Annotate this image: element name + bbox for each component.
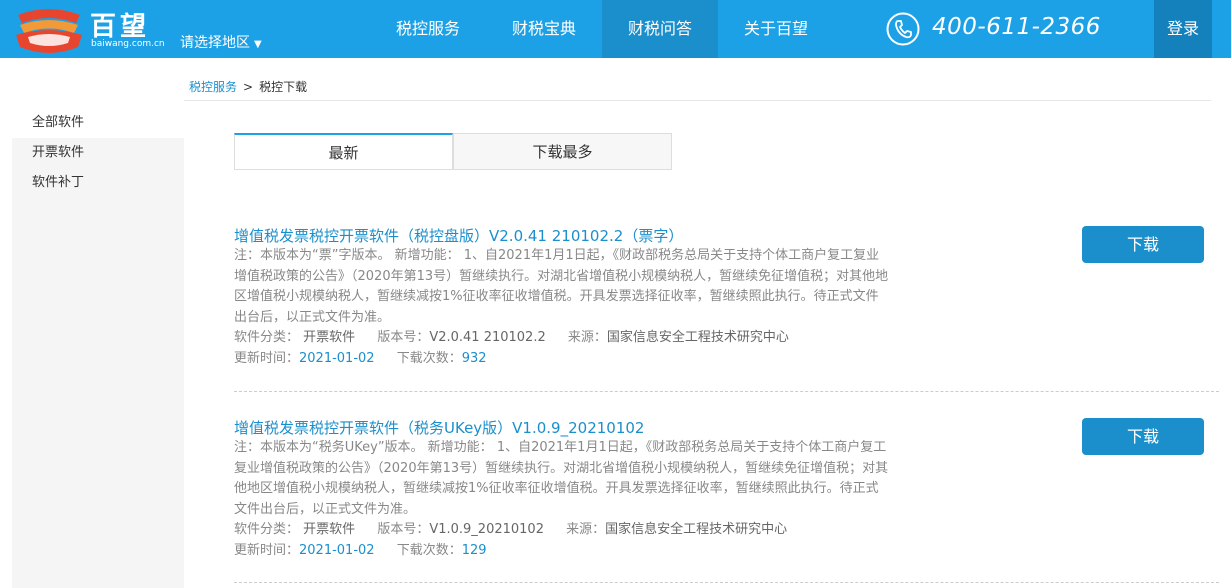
- category-label: 软件分类：: [234, 522, 300, 537]
- source-value: 国家信息安全工程技术研究中心: [606, 330, 789, 345]
- logo-icon[interactable]: [14, 7, 84, 53]
- category-value: 开票软件: [303, 330, 356, 345]
- downloads-label: 下载次数：: [396, 542, 462, 558]
- tab-latest[interactable]: 最新: [234, 133, 453, 170]
- nav-item-tax-qa[interactable]: 财税问答: [602, 0, 719, 58]
- version-value: V1.0.9_20210102: [429, 522, 544, 537]
- version-label: 版本号：: [377, 330, 430, 345]
- region-select[interactable]: 请选择地区 ▼: [180, 32, 262, 52]
- category-sidebar: 全部软件 开票软件 软件补丁: [12, 108, 184, 588]
- item-divider: [234, 391, 1219, 392]
- item-divider: [234, 582, 1219, 583]
- software-description: 注：本版本为“票”字版本。 新增功能： 1、自2021年1月1日起，《财政部税务…: [234, 248, 889, 325]
- source-value: 国家信息安全工程技术研究中心: [605, 522, 788, 537]
- region-label: 请选择地区: [180, 35, 250, 51]
- software-title[interactable]: 增值税发票税控开票软件（税务UKey版）V1.0.9_20210102: [234, 418, 1219, 438]
- software-meta: 软件分类： 开票软件 版本号：V1.0.9_20210102 来源：国家信息安全…: [234, 520, 1219, 541]
- breadcrumb-separator: >: [243, 80, 254, 94]
- download-button[interactable]: 下载: [1082, 418, 1204, 455]
- nav-item-tax-handbook[interactable]: 财税宝典: [486, 0, 602, 58]
- brand-domain: baiwang.com.cn: [91, 39, 165, 49]
- list-item: 增值税发票税控开票软件（税务UKey版）V1.0.9_20210102 注：本版…: [234, 418, 1219, 561]
- downloads-value: 129: [461, 542, 487, 558]
- list-item: 增值税发票税控开票软件（税控盘版）V2.0.41 210102.2（票字） 注：…: [234, 226, 1219, 369]
- top-header: 百望 baiwang.com.cn 请选择地区 ▼ 税控服务 财税宝典 财税问答 …: [0, 0, 1231, 58]
- breadcrumb-parent-link[interactable]: 税控服务: [189, 80, 237, 94]
- brand-name[interactable]: 百望: [90, 6, 150, 43]
- sidebar-item-software-patch[interactable]: 软件补丁: [12, 168, 184, 198]
- sidebar-item-all-software[interactable]: 全部软件: [12, 108, 184, 138]
- hotline-number: 400-611-2366: [932, 14, 1101, 40]
- main-nav: 税控服务 财税宝典 财税问答 关于百望: [370, 0, 834, 58]
- version-value: V2.0.41 210102.2: [429, 330, 546, 345]
- sort-tabs: 最新 下载最多: [234, 133, 672, 170]
- updated-label: 更新时间：: [234, 542, 300, 558]
- category-label: 软件分类：: [234, 330, 300, 345]
- source-label: 来源：: [567, 330, 607, 345]
- software-meta: 软件分类： 开票软件 版本号：V2.0.41 210102.2 来源：国家信息安…: [234, 328, 1219, 349]
- software-stats: 更新时间：2021-01-02 下载次数：932: [234, 349, 1219, 370]
- updated-value: 2021-01-02: [299, 542, 375, 558]
- phone-icon: [886, 12, 920, 46]
- login-button[interactable]: 登录: [1154, 0, 1212, 58]
- caret-down-icon: ▼: [254, 39, 262, 50]
- downloads-label: 下载次数：: [396, 350, 462, 366]
- breadcrumb: 税控服务 > 税控下载: [189, 78, 307, 95]
- software-title[interactable]: 增值税发票税控开票软件（税控盘版）V2.0.41 210102.2（票字）: [234, 226, 1219, 246]
- nav-item-about[interactable]: 关于百望: [718, 0, 834, 58]
- category-value: 开票软件: [303, 522, 356, 537]
- version-label: 版本号：: [377, 522, 430, 537]
- breadcrumb-divider: [184, 100, 1211, 101]
- tab-most-downloaded[interactable]: 下载最多: [453, 133, 672, 170]
- software-description: 注：本版本为“税务UKey”版本。 新增功能： 1、自2021年1月1日起，《财…: [234, 440, 889, 517]
- source-label: 来源：: [566, 522, 606, 537]
- download-button[interactable]: 下载: [1082, 226, 1204, 263]
- software-stats: 更新时间：2021-01-02 下载次数：129: [234, 541, 1219, 562]
- updated-value: 2021-01-02: [299, 350, 375, 366]
- downloads-value: 932: [461, 350, 487, 366]
- sidebar-item-invoicing-software[interactable]: 开票软件: [12, 138, 184, 168]
- updated-label: 更新时间：: [234, 350, 300, 366]
- nav-item-tax-control-service[interactable]: 税控服务: [370, 0, 486, 58]
- breadcrumb-current: 税控下载: [259, 80, 308, 94]
